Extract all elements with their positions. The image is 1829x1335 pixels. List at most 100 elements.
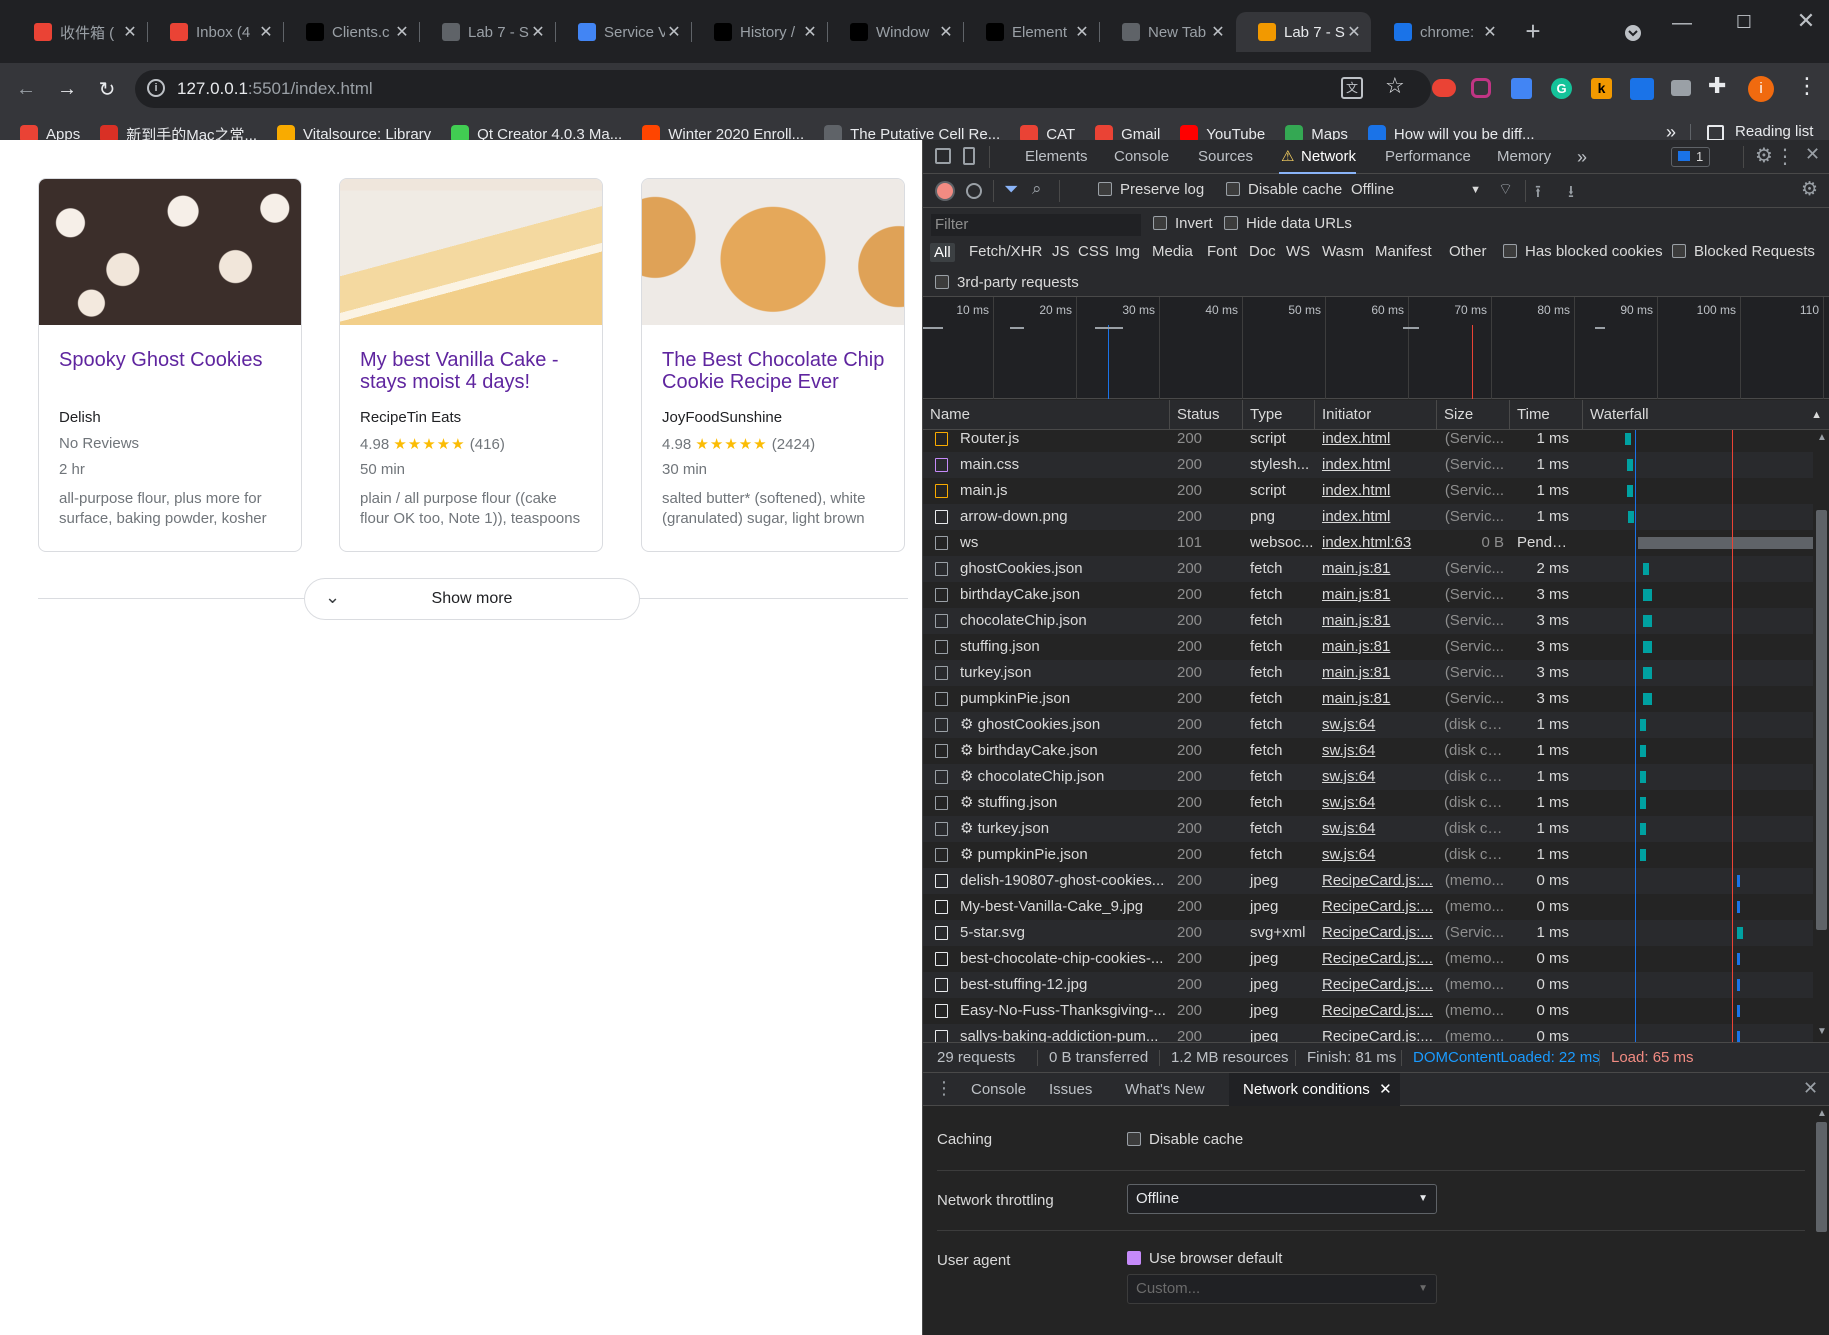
filter-media[interactable]: Media xyxy=(1152,243,1193,260)
record-icon[interactable] xyxy=(937,183,953,199)
close-devtools-icon[interactable]: ✕ xyxy=(1805,144,1820,165)
browser-tab[interactable]: Service V ✕ xyxy=(556,12,691,52)
request-row[interactable]: ⚙ turkey.json 200 fetch sw.js:64 (disk ca...… xyxy=(923,816,1813,842)
filter-font[interactable]: Font xyxy=(1207,243,1237,260)
request-row[interactable]: arrow-down.png 200 png index.html (Servic...… xyxy=(923,504,1813,530)
request-initiator[interactable]: RecipeCard.js:... xyxy=(1315,998,1437,1024)
close-tab-icon[interactable]: ✕ xyxy=(529,22,547,42)
column-waterfall[interactable]: Waterfall ▲ xyxy=(1583,400,1829,430)
request-initiator[interactable]: index.html xyxy=(1315,478,1437,504)
request-initiator[interactable]: sw.js:64 xyxy=(1315,842,1437,868)
request-initiator[interactable]: RecipeCard.js:... xyxy=(1315,972,1437,998)
close-tab-icon[interactable]: ✕ xyxy=(937,22,955,42)
tab-memory[interactable]: Memory xyxy=(1497,140,1551,174)
filter-wasm[interactable]: Wasm xyxy=(1322,243,1364,260)
request-initiator[interactable]: main.js:81 xyxy=(1315,634,1437,660)
tab-console[interactable]: Console xyxy=(1114,140,1169,174)
address-bar[interactable]: i 127.0.0.1:5501/index.html 文 ☆ xyxy=(135,70,1431,108)
device-toolbar-icon[interactable] xyxy=(963,147,975,165)
filter-doc[interactable]: Doc xyxy=(1249,243,1276,260)
chrome-menu-icon[interactable]: ⋮ xyxy=(1796,73,1818,99)
reading-list-icon[interactable] xyxy=(1707,125,1724,141)
request-row[interactable]: ⚙ pumpkinPie.json 200 fetch sw.js:64 (disk c… xyxy=(923,842,1813,868)
wifi-settings-icon[interactable]: ⌔ xyxy=(1498,179,1513,199)
filter-input[interactable]: Filter xyxy=(931,214,1141,236)
filter-css[interactable]: CSS xyxy=(1078,243,1109,260)
settings-gear-icon[interactable]: ⚙ xyxy=(1755,143,1773,168)
request-initiator[interactable]: main.js:81 xyxy=(1315,660,1437,686)
column-type[interactable]: Type xyxy=(1243,400,1315,430)
new-tab-button[interactable]: + xyxy=(1516,14,1550,48)
extension-camera-icon[interactable] xyxy=(1671,80,1691,96)
browser-tab[interactable]: Inbox (4 ✕ xyxy=(148,12,283,52)
card-title[interactable]: The Best Chocolate Chip Cookie Recipe Ev… xyxy=(662,349,890,393)
filter-fetch-xhr[interactable]: Fetch/XHR xyxy=(969,243,1042,260)
use-browser-default-checkbox[interactable]: Use browser default xyxy=(1127,1250,1282,1267)
tab-elements[interactable]: Elements xyxy=(1025,140,1088,174)
request-initiator[interactable]: RecipeCard.js:... xyxy=(1315,946,1437,972)
request-row[interactable]: stuffing.json 200 fetch main.js:81 (Servic..… xyxy=(923,634,1813,660)
filter-other[interactable]: Other xyxy=(1449,243,1487,260)
recipe-card[interactable]: My best Vanilla Cake - stays moist 4 day… xyxy=(339,178,603,552)
request-row[interactable]: ⚙ stuffing.json 200 fetch sw.js:64 (disk ca.… xyxy=(923,790,1813,816)
request-row[interactable]: main.js 200 script index.html (Servic... 1 ms xyxy=(923,478,1813,504)
extension-grammarly-icon[interactable]: G xyxy=(1551,78,1572,99)
browser-tab[interactable]: Clients.c ✕ xyxy=(284,12,419,52)
request-initiator[interactable]: main.js:81 xyxy=(1315,608,1437,634)
issues-badge[interactable]: 1 xyxy=(1671,147,1711,167)
close-tab-icon[interactable]: ✕ xyxy=(665,22,683,42)
request-initiator[interactable]: index.html xyxy=(1315,430,1437,452)
column-size[interactable]: Size xyxy=(1437,400,1510,430)
filter-all[interactable]: All xyxy=(930,243,955,262)
extension-translate-icon[interactable] xyxy=(1511,78,1532,99)
close-tab-icon[interactable]: ✕ xyxy=(393,22,411,42)
request-row[interactable]: main.css 200 stylesh... index.html (Servic..… xyxy=(923,452,1813,478)
info-icon[interactable]: i xyxy=(147,79,165,97)
tab-performance[interactable]: Performance xyxy=(1385,140,1471,174)
close-tab-icon[interactable]: ✕ xyxy=(1379,1073,1392,1107)
card-title[interactable]: My best Vanilla Cake - stays moist 4 day… xyxy=(360,349,588,393)
request-row[interactable]: birthdayCake.json 200 fetch main.js:81 (Serv… xyxy=(923,582,1813,608)
request-row[interactable]: best-stuffing-12.jpg 200 jpeg RecipeCard.js… xyxy=(923,972,1813,998)
close-window-button[interactable]: ✕ xyxy=(1789,4,1823,38)
disable-cache-checkbox[interactable]: Disable cache xyxy=(1226,181,1342,198)
recipe-card[interactable]: The Best Chocolate Chip Cookie Recipe Ev… xyxy=(641,178,905,552)
table-scrollbar[interactable]: ▲ ▼ xyxy=(1813,430,1829,1042)
extension-mail-icon[interactable] xyxy=(1630,78,1654,100)
blocked-requests-checkbox[interactable]: Blocked Requests xyxy=(1672,243,1815,260)
request-row[interactable]: delish-190807-ghost-cookies... 200 jpeg Rec… xyxy=(923,868,1813,894)
drawer-tab-network-conditions[interactable]: Network conditions ✕ xyxy=(1229,1073,1400,1107)
preserve-log-checkbox[interactable]: Preserve log xyxy=(1098,181,1204,198)
clear-icon[interactable] xyxy=(966,183,982,199)
filter-manifest[interactable]: Manifest xyxy=(1375,243,1432,260)
drawer-scrollbar[interactable]: ▲ xyxy=(1813,1106,1829,1335)
request-row[interactable]: Router.js 200 script index.html (Servic... 1 … xyxy=(923,430,1813,452)
close-tab-icon[interactable]: ✕ xyxy=(121,22,139,42)
request-row[interactable]: My-best-Vanilla-Cake_9.jpg 200 jpeg RecipeC… xyxy=(923,894,1813,920)
recipe-card[interactable]: Spooky Ghost Cookies Delish No Reviews 2… xyxy=(38,178,302,552)
request-initiator[interactable]: RecipeCard.js:... xyxy=(1315,868,1437,894)
close-drawer-icon[interactable]: ✕ xyxy=(1803,1078,1818,1099)
search-icon[interactable]: ⌕ xyxy=(1032,179,1042,199)
request-initiator[interactable]: sw.js:64 xyxy=(1315,790,1437,816)
forward-button[interactable]: → xyxy=(50,72,84,106)
filter-icon[interactable]: ⏷ xyxy=(1004,179,1018,200)
drawer-tab-issues[interactable]: Issues xyxy=(1049,1073,1092,1107)
request-initiator[interactable]: sw.js:64 xyxy=(1315,816,1437,842)
inspect-element-icon[interactable] xyxy=(935,148,951,164)
request-initiator[interactable]: index.html xyxy=(1315,504,1437,530)
extensions-puzzle-icon[interactable]: ✚ xyxy=(1708,73,1726,99)
extension-instagram-icon[interactable] xyxy=(1471,78,1491,98)
close-tab-icon[interactable]: ✕ xyxy=(1209,22,1227,42)
filter-img[interactable]: Img xyxy=(1115,243,1140,260)
request-row[interactable]: ⚙ chocolateChip.json 200 fetch sw.js:64 (dis… xyxy=(923,764,1813,790)
request-initiator[interactable]: sw.js:64 xyxy=(1315,712,1437,738)
browser-tab[interactable]: History / ✕ xyxy=(692,12,827,52)
browser-tab[interactable]: New Tab ✕ xyxy=(1100,12,1235,52)
network-throttling-select[interactable]: Offline ▼ xyxy=(1127,1184,1437,1214)
request-initiator[interactable]: sw.js:64 xyxy=(1315,764,1437,790)
translate-icon[interactable]: 文 xyxy=(1341,77,1363,99)
request-initiator[interactable]: main.js:81 xyxy=(1315,686,1437,712)
request-initiator[interactable]: RecipeCard.js:... xyxy=(1315,920,1437,946)
tab-sources[interactable]: Sources xyxy=(1198,140,1253,174)
